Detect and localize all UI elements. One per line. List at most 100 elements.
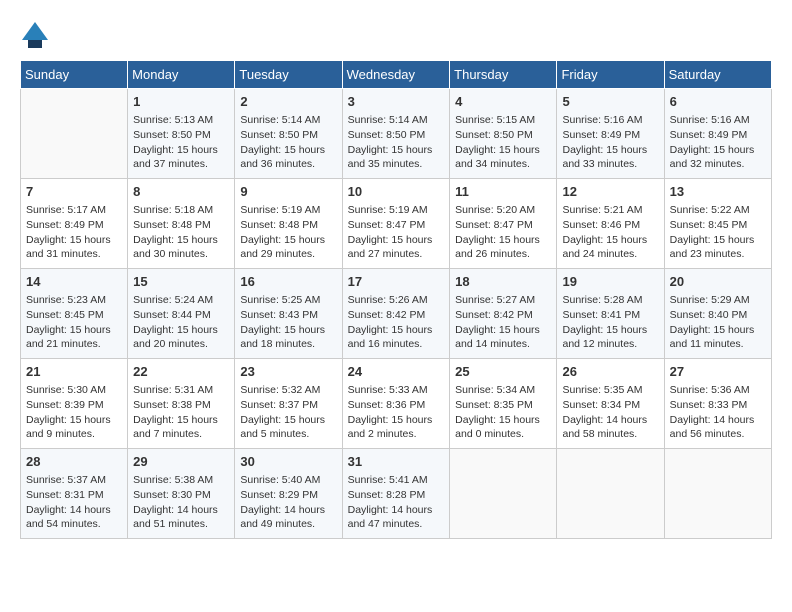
day-cell: 28 Sunrise: 5:37 AMSunset: 8:31 PMDayligh… xyxy=(21,449,128,539)
day-cell: 5Sunrise: 5:16 AMSunset: 8:49 PMDaylight… xyxy=(557,89,664,179)
day-cell xyxy=(450,449,557,539)
column-header-thursday: Thursday xyxy=(450,61,557,89)
day-cell: 16Sunrise: 5:25 AMSunset: 8:43 PMDayligh… xyxy=(235,269,342,359)
day-cell: 13Sunrise: 5:22 AMSunset: 8:45 PMDayligh… xyxy=(664,179,771,269)
day-info: Daylight: 14 hours and 47 minutes. xyxy=(348,503,445,532)
day-info: Sunset: 8:48 PM xyxy=(240,218,336,233)
day-info: Sunrise: 5:40 AM xyxy=(240,473,336,488)
day-cell: 14Sunrise: 5:23 AMSunset: 8:45 PMDayligh… xyxy=(21,269,128,359)
day-info: Daylight: 15 hours and 20 minutes. xyxy=(133,323,229,352)
day-info: Daylight: 15 hours and 30 minutes. xyxy=(133,233,229,262)
day-cell: 23Sunrise: 5:32 AMSunset: 8:37 PMDayligh… xyxy=(235,359,342,449)
day-cell: 24Sunrise: 5:33 AMSunset: 8:36 PMDayligh… xyxy=(342,359,450,449)
day-number: 11 xyxy=(455,183,551,201)
week-row-3: 14Sunrise: 5:23 AMSunset: 8:45 PMDayligh… xyxy=(21,269,772,359)
day-cell: 18Sunrise: 5:27 AMSunset: 8:42 PMDayligh… xyxy=(450,269,557,359)
day-cell: 8Sunrise: 5:18 AMSunset: 8:48 PMDaylight… xyxy=(128,179,235,269)
day-info: Sunset: 8:50 PM xyxy=(240,128,336,143)
day-info: Sunrise: 5:37 AM xyxy=(26,473,122,488)
day-number: 25 xyxy=(455,363,551,381)
day-info: Daylight: 15 hours and 18 minutes. xyxy=(240,323,336,352)
column-header-saturday: Saturday xyxy=(664,61,771,89)
day-info: Sunrise: 5:19 AM xyxy=(348,203,445,218)
day-cell: 21Sunrise: 5:30 AMSunset: 8:39 PMDayligh… xyxy=(21,359,128,449)
logo xyxy=(20,20,54,50)
column-header-tuesday: Tuesday xyxy=(235,61,342,89)
day-info: Sunset: 8:49 PM xyxy=(670,128,766,143)
day-info: Sunrise: 5:19 AM xyxy=(240,203,336,218)
day-info: Sunset: 8:46 PM xyxy=(562,218,658,233)
day-info: Daylight: 14 hours and 58 minutes. xyxy=(562,413,658,442)
day-cell: 6Sunrise: 5:16 AMSunset: 8:49 PMDaylight… xyxy=(664,89,771,179)
day-cell: 1Sunrise: 5:13 AMSunset: 8:50 PMDaylight… xyxy=(128,89,235,179)
day-info: Daylight: 14 hours and 54 minutes. xyxy=(26,503,122,532)
day-info: Daylight: 15 hours and 33 minutes. xyxy=(562,143,658,172)
day-info: Sunset: 8:50 PM xyxy=(133,128,229,143)
day-info: Sunset: 8:39 PM xyxy=(26,398,122,413)
logo-icon xyxy=(20,20,50,50)
day-cell xyxy=(664,449,771,539)
day-info: Daylight: 15 hours and 27 minutes. xyxy=(348,233,445,262)
day-cell: 15Sunrise: 5:24 AMSunset: 8:44 PMDayligh… xyxy=(128,269,235,359)
day-info: Sunset: 8:49 PM xyxy=(562,128,658,143)
column-header-monday: Monday xyxy=(128,61,235,89)
day-info: Daylight: 15 hours and 23 minutes. xyxy=(670,233,766,262)
day-number: 5 xyxy=(562,93,658,111)
day-cell: 11Sunrise: 5:20 AMSunset: 8:47 PMDayligh… xyxy=(450,179,557,269)
day-cell: 3Sunrise: 5:14 AMSunset: 8:50 PMDaylight… xyxy=(342,89,450,179)
day-info: Daylight: 15 hours and 26 minutes. xyxy=(455,233,551,262)
day-number: 18 xyxy=(455,273,551,291)
day-number: 8 xyxy=(133,183,229,201)
column-header-friday: Friday xyxy=(557,61,664,89)
day-cell: 27Sunrise: 5:36 AMSunset: 8:33 PMDayligh… xyxy=(664,359,771,449)
day-info: Sunset: 8:50 PM xyxy=(348,128,445,143)
day-info: Daylight: 15 hours and 29 minutes. xyxy=(240,233,336,262)
day-number: 3 xyxy=(348,93,445,111)
day-info: Sunset: 8:31 PM xyxy=(26,488,122,503)
day-number: 26 xyxy=(562,363,658,381)
day-info: Sunset: 8:42 PM xyxy=(455,308,551,323)
day-cell: 29Sunrise: 5:38 AMSunset: 8:30 PMDayligh… xyxy=(128,449,235,539)
day-info: Sunset: 8:45 PM xyxy=(26,308,122,323)
day-info: Sunrise: 5:26 AM xyxy=(348,293,445,308)
day-info: Sunrise: 5:22 AM xyxy=(670,203,766,218)
day-info: Sunset: 8:40 PM xyxy=(670,308,766,323)
day-cell: 4Sunrise: 5:15 AMSunset: 8:50 PMDaylight… xyxy=(450,89,557,179)
day-cell: 9Sunrise: 5:19 AMSunset: 8:48 PMDaylight… xyxy=(235,179,342,269)
day-info: Sunset: 8:42 PM xyxy=(348,308,445,323)
day-number: 2 xyxy=(240,93,336,111)
day-number: 1 xyxy=(133,93,229,111)
day-number: 24 xyxy=(348,363,445,381)
day-cell: 10Sunrise: 5:19 AMSunset: 8:47 PMDayligh… xyxy=(342,179,450,269)
day-info: Daylight: 15 hours and 21 minutes. xyxy=(26,323,122,352)
day-info: Daylight: 15 hours and 24 minutes. xyxy=(562,233,658,262)
day-cell: 22Sunrise: 5:31 AMSunset: 8:38 PMDayligh… xyxy=(128,359,235,449)
day-number: 30 xyxy=(240,453,336,471)
day-info: Sunset: 8:41 PM xyxy=(562,308,658,323)
day-info: Sunrise: 5:27 AM xyxy=(455,293,551,308)
day-info: Sunrise: 5:38 AM xyxy=(133,473,229,488)
day-number: 22 xyxy=(133,363,229,381)
day-info: Sunrise: 5:23 AM xyxy=(26,293,122,308)
day-info: Sunset: 8:35 PM xyxy=(455,398,551,413)
day-number: 17 xyxy=(348,273,445,291)
day-number: 27 xyxy=(670,363,766,381)
day-cell: 25Sunrise: 5:34 AMSunset: 8:35 PMDayligh… xyxy=(450,359,557,449)
day-number: 6 xyxy=(670,93,766,111)
day-info: Sunrise: 5:30 AM xyxy=(26,383,122,398)
day-info: Sunrise: 5:14 AM xyxy=(240,113,336,128)
day-info: Sunset: 8:33 PM xyxy=(670,398,766,413)
day-info: Sunrise: 5:14 AM xyxy=(348,113,445,128)
day-info: Daylight: 14 hours and 49 minutes. xyxy=(240,503,336,532)
day-info: Sunrise: 5:15 AM xyxy=(455,113,551,128)
day-cell: 31Sunrise: 5:41 AMSunset: 8:28 PMDayligh… xyxy=(342,449,450,539)
day-number: 28 xyxy=(26,453,122,471)
page-header xyxy=(20,20,772,50)
day-info: Sunset: 8:50 PM xyxy=(455,128,551,143)
day-info: Sunrise: 5:28 AM xyxy=(562,293,658,308)
week-row-2: 7Sunrise: 5:17 AMSunset: 8:49 PMDaylight… xyxy=(21,179,772,269)
day-number: 29 xyxy=(133,453,229,471)
day-info: Sunrise: 5:36 AM xyxy=(670,383,766,398)
day-info: Sunset: 8:37 PM xyxy=(240,398,336,413)
day-cell: 19Sunrise: 5:28 AMSunset: 8:41 PMDayligh… xyxy=(557,269,664,359)
